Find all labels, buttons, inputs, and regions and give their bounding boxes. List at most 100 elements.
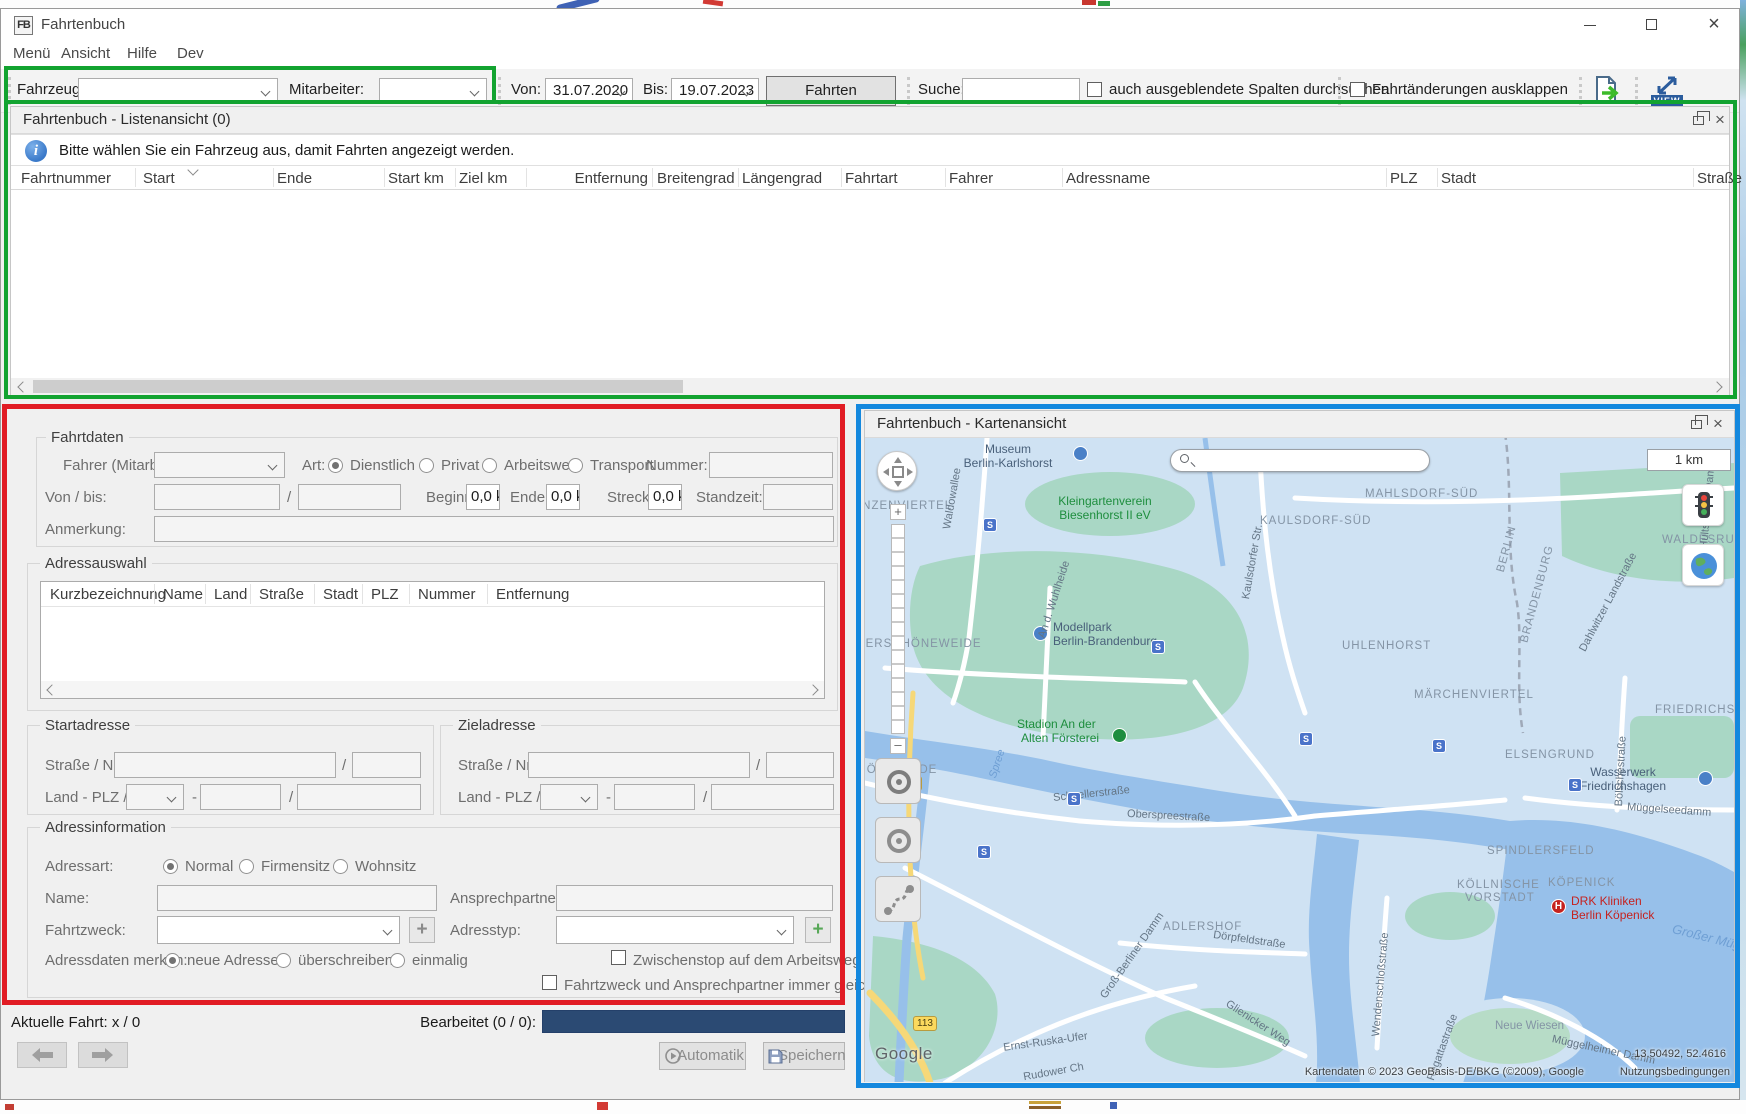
pan-control[interactable] [877, 451, 917, 491]
art-privat-radio[interactable] [419, 458, 434, 473]
address-table-scrollbar[interactable] [41, 681, 824, 698]
add-adresstyp-button[interactable]: + [805, 917, 831, 943]
column-header-startkm[interactable]: Start km [388, 170, 444, 187]
addr-col-plz[interactable]: PLZ [371, 586, 399, 603]
ziel-land-select[interactable] [540, 784, 598, 810]
art-arbeitsweg-radio[interactable] [482, 458, 497, 473]
ansprechpartner-input[interactable] [556, 885, 833, 911]
column-header-fahrtart[interactable]: Fahrtart [845, 170, 898, 187]
hospital-icon[interactable]: H [1551, 899, 1566, 914]
map-terms-link[interactable]: Nutzungsbedingungen [1620, 1066, 1730, 1078]
expand-changes-checkbox[interactable] [1350, 82, 1365, 97]
automatic-button[interactable]: Automatik [659, 1042, 746, 1070]
add-fahrtzweck-button[interactable]: + [409, 917, 435, 943]
addr-col-kurzbezeichnung[interactable]: Kurzbezeichnung [50, 586, 166, 603]
addr-col-land[interactable]: Land [214, 586, 247, 603]
locate-start-button[interactable] [875, 758, 921, 804]
menu-dev[interactable]: Dev [177, 45, 204, 62]
gleich-checkbox[interactable] [542, 975, 557, 990]
employee-select[interactable] [379, 78, 487, 104]
start-nr-input[interactable] [352, 752, 421, 778]
date-from-select[interactable]: 31.07.2020 [545, 78, 633, 104]
fahrtzweck-select[interactable] [157, 916, 400, 944]
adresstyp-select[interactable] [556, 916, 794, 944]
modellpark-poi-label2[interactable]: Berlin-Brandenburg [1053, 634, 1157, 648]
sbahn-station-icon[interactable]: S [1151, 640, 1165, 654]
sbahn-station-icon[interactable]: S [1067, 792, 1081, 806]
modellpark-poi-label[interactable]: Modellpark [1053, 620, 1112, 634]
next-trip-button[interactable] [78, 1042, 128, 1068]
kleingarten-poi-label[interactable]: Kleingartenverein [1025, 494, 1185, 508]
search-input[interactable] [962, 78, 1080, 104]
start-plz-input[interactable] [200, 784, 281, 810]
start-strasse-input[interactable] [114, 752, 336, 778]
art-transport-radio[interactable] [568, 458, 583, 473]
close-panel-icon[interactable]: × [1713, 417, 1723, 431]
zwischenstop-checkbox[interactable] [611, 950, 626, 965]
start-land-select[interactable] [126, 784, 184, 810]
column-header-entfernung[interactable]: Entfernung [556, 170, 648, 187]
column-header-fahrer[interactable]: Fahrer [949, 170, 993, 187]
ziel-plz-input[interactable] [614, 784, 695, 810]
addr-col-entfernung[interactable]: Entfernung [496, 586, 569, 603]
zoom-in-button[interactable]: + [890, 504, 906, 520]
fahrer-select[interactable] [154, 452, 285, 478]
sbahn-station-icon[interactable]: S [983, 518, 997, 532]
bis-input[interactable] [298, 484, 401, 510]
standzeit-input[interactable] [763, 484, 833, 510]
map-canvas[interactable]: MAHLSDORF-SÜD KAULSDORF-SÜD WALDESRUH PR… [865, 438, 1734, 1082]
zoom-out-button[interactable]: – [890, 738, 906, 754]
merken-ueberschreiben-radio[interactable] [276, 953, 291, 968]
merken-neue-radio[interactable] [165, 953, 180, 968]
drk-poi-label[interactable]: DRK Kliniken [1571, 894, 1642, 908]
adressart-firmensitz-radio[interactable] [239, 859, 254, 874]
scroll-left-icon[interactable] [17, 381, 28, 392]
column-header-stadt[interactable]: Stadt [1441, 170, 1476, 187]
minimize-button[interactable] [1565, 9, 1615, 41]
column-header-laengengrad[interactable]: Längengrad [742, 170, 822, 187]
date-to-select[interactable]: 19.07.2023 [671, 78, 759, 104]
column-header-breitengrad[interactable]: Breitengrad [657, 170, 735, 187]
menu-ansicht[interactable]: Ansicht [61, 45, 110, 62]
sbahn-station-icon[interactable]: S [977, 845, 991, 859]
sbahn-station-icon[interactable]: S [1568, 778, 1582, 792]
scroll-right-icon[interactable] [807, 684, 818, 695]
addr-col-nummer[interactable]: Nummer [418, 586, 476, 603]
sbahn-station-icon[interactable]: S [1299, 732, 1313, 746]
list-horizontal-scrollbar[interactable] [11, 378, 1729, 395]
nummer-input[interactable] [709, 452, 833, 478]
menu-hilfe[interactable]: Hilfe [127, 45, 157, 62]
merken-einmalig-radio[interactable] [390, 953, 405, 968]
zoom-slider[interactable] [891, 524, 905, 734]
refresh-trips-button[interactable]: Fahrten aktualisieren [766, 76, 896, 106]
float-panel-icon[interactable] [1693, 116, 1704, 125]
addr-col-name[interactable]: Name [163, 586, 203, 603]
vehicle-select[interactable] [78, 78, 278, 104]
beginn-field[interactable]: 0,0 km [466, 484, 500, 510]
locate-destination-button[interactable] [875, 817, 921, 863]
menu-menue[interactable]: Menü [13, 45, 51, 62]
start-ort-input[interactable] [297, 784, 421, 810]
float-panel-icon[interactable] [1691, 420, 1702, 429]
adressart-normal-radio[interactable] [163, 859, 178, 874]
kleingarten-poi-label2[interactable]: Biesenhorst II eV [1025, 508, 1185, 522]
drk-poi-label2[interactable]: Berlin Köpenick [1571, 908, 1654, 922]
export-button[interactable] [1589, 73, 1625, 109]
art-dienstlich-radio[interactable] [328, 458, 343, 473]
museum-poi-label[interactable]: Museum [943, 442, 1073, 456]
maximize-button[interactable] [1627, 9, 1677, 41]
adressart-wohnsitz-radio[interactable] [333, 859, 348, 874]
route-button[interactable] [875, 876, 921, 922]
museum-icon[interactable] [1073, 446, 1088, 461]
ende-field[interactable]: 0,0 km [546, 484, 580, 510]
close-panel-icon[interactable]: × [1715, 113, 1725, 127]
name-input[interactable] [157, 885, 437, 911]
wasserwerk-icon[interactable] [1698, 771, 1713, 786]
save-button[interactable]: Speichern [763, 1042, 845, 1070]
ziel-ort-input[interactable] [711, 784, 834, 810]
stadion-poi-label2[interactable]: Alten Försterei [1021, 731, 1099, 745]
view-button[interactable]: VIEW [1649, 73, 1685, 109]
addr-col-stadt[interactable]: Stadt [323, 586, 358, 603]
column-header-zielkm[interactable]: Ziel km [459, 170, 507, 187]
strecke-field[interactable]: 0,0 km [648, 484, 682, 510]
